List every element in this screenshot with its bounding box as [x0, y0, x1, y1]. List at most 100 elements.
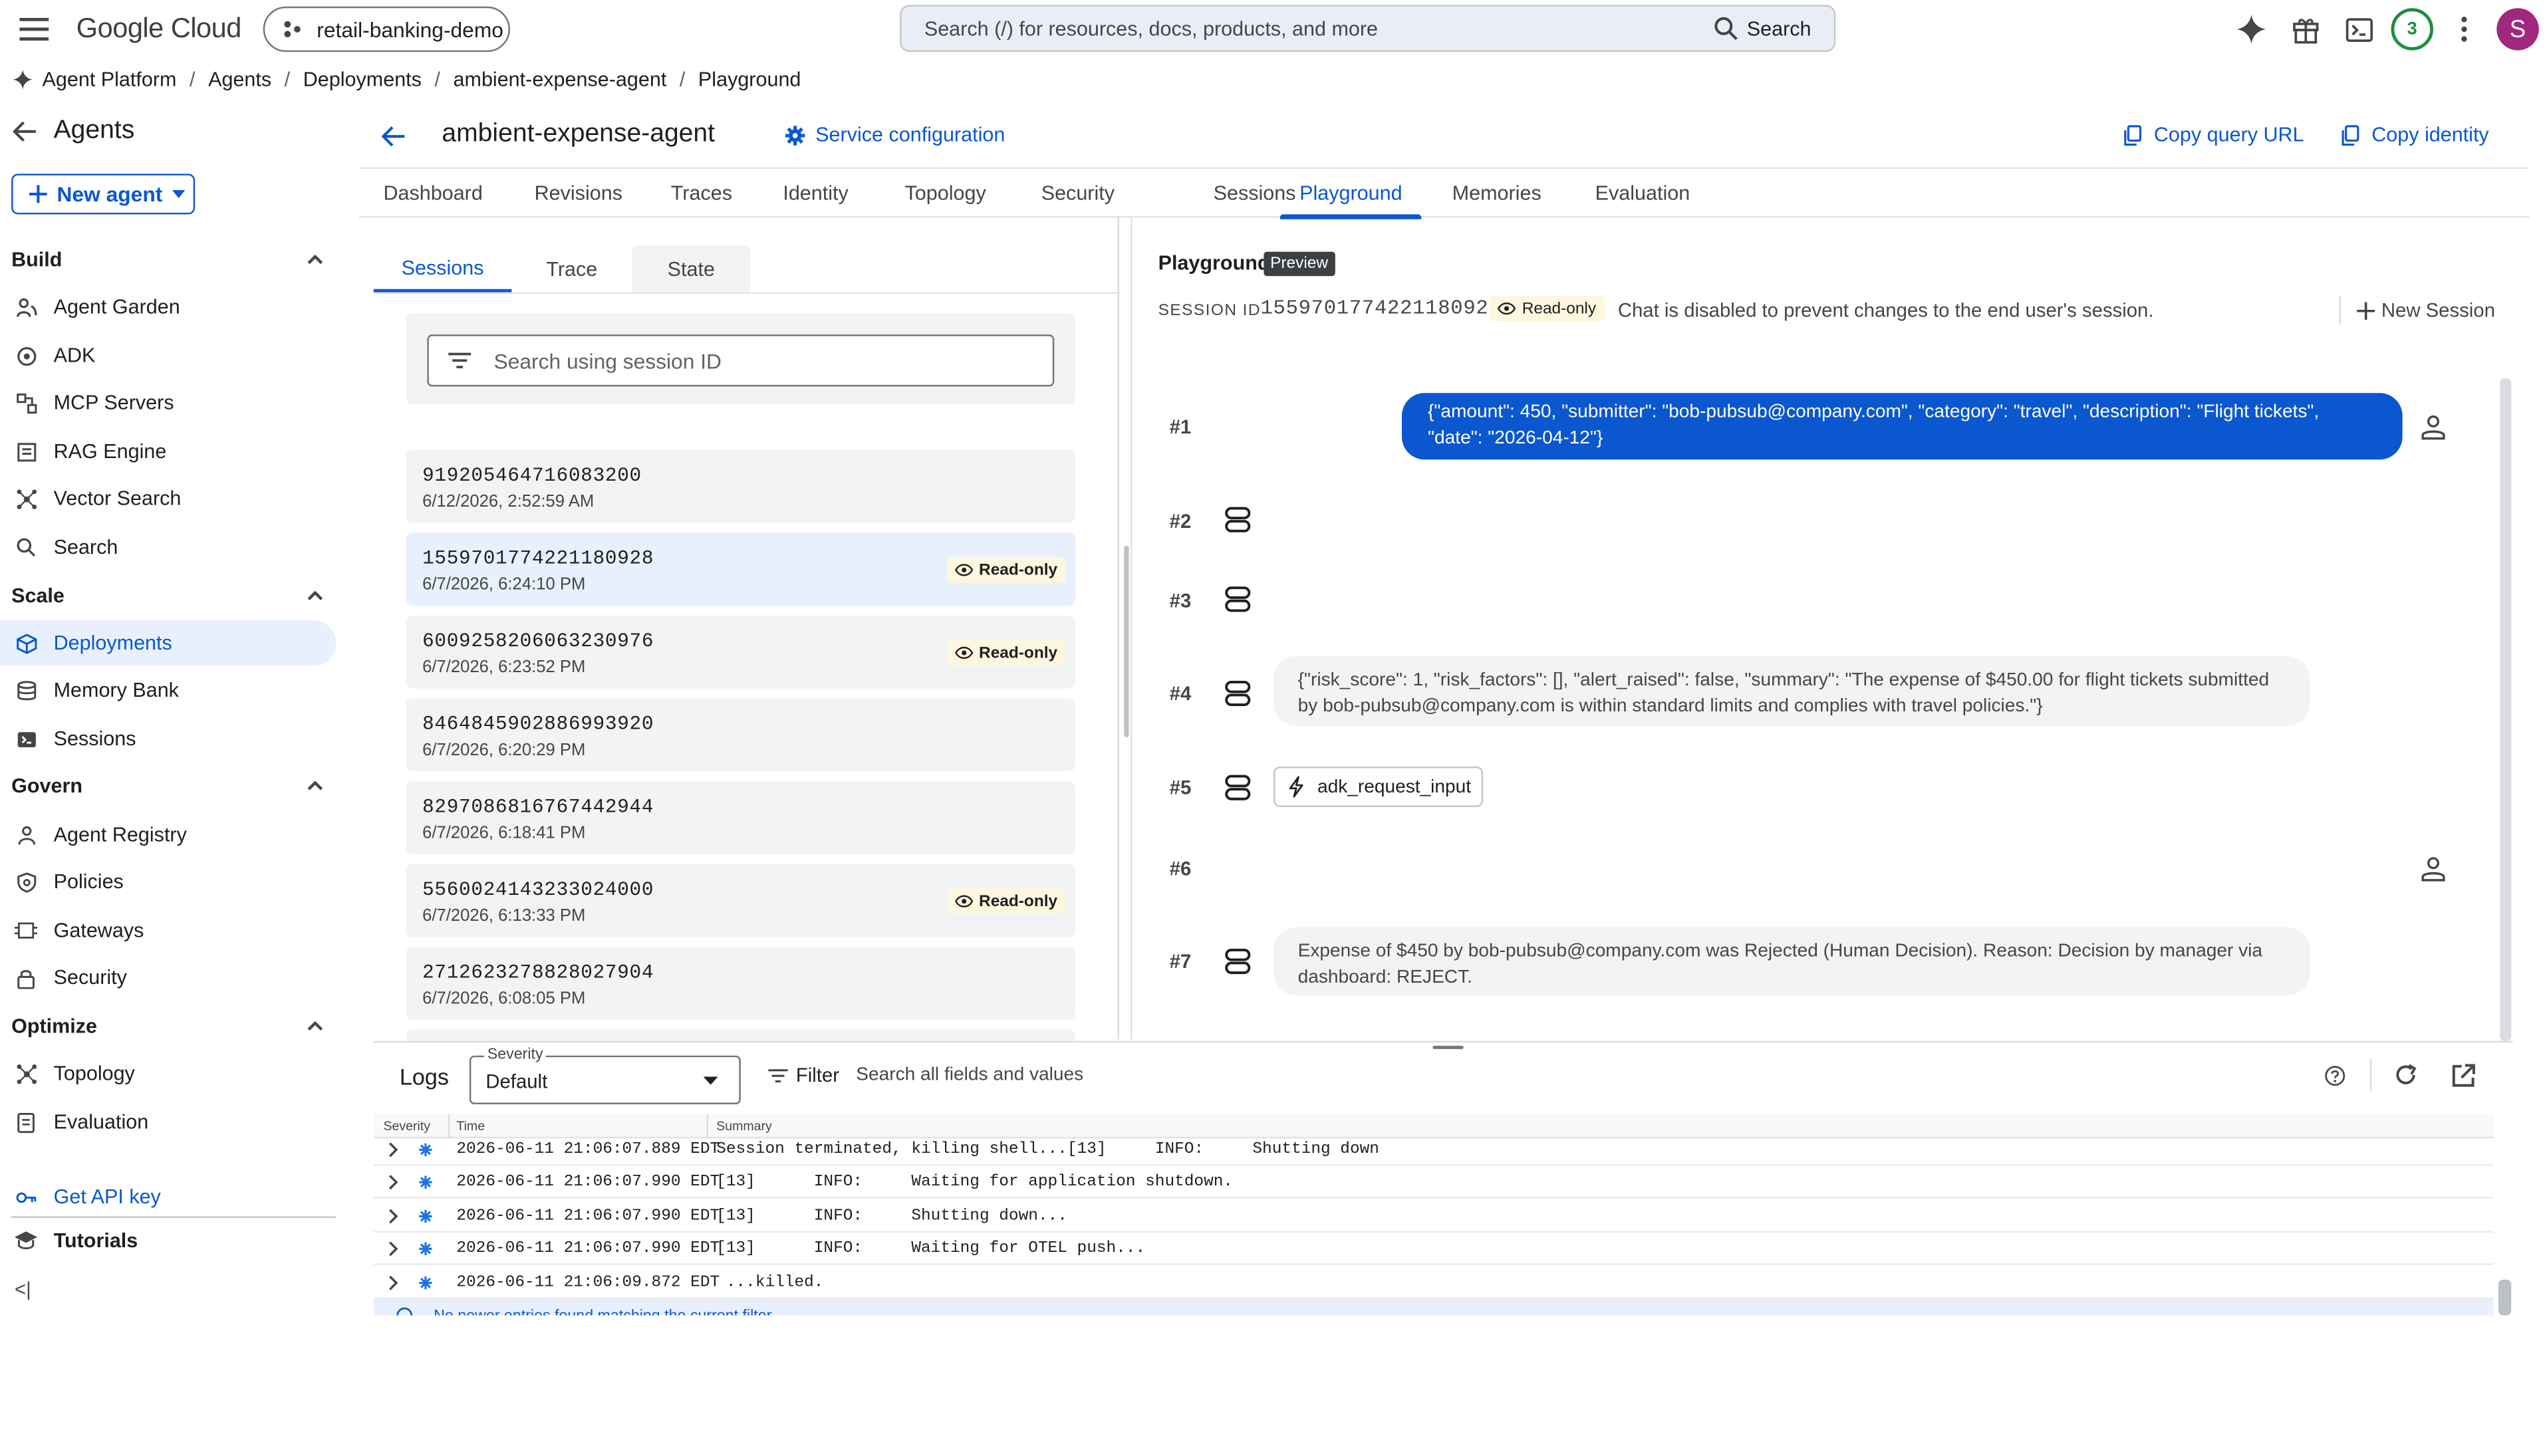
log-row[interactable]: 2026-06-11 21:06:07.889 EDT Session term…	[373, 1134, 2494, 1166]
tab-evaluation[interactable]: Evaluation	[1595, 169, 1690, 217]
session-date: 6/7/2026, 6:08:05 PM	[422, 989, 586, 1009]
column-severity[interactable]: Severity	[383, 1119, 430, 1134]
session-list-item[interactable]: 8464845902886993920 6/7/2026, 6:20:29 PM	[406, 698, 1076, 772]
eye-icon	[1498, 302, 1516, 315]
project-picker[interactable]: retail-banking-demo	[263, 6, 510, 53]
nav-tutorials[interactable]: Tutorials	[0, 1218, 336, 1263]
column-time[interactable]: Time	[456, 1119, 485, 1134]
section-optimize[interactable]: Optimize	[11, 1010, 336, 1042]
refresh-icon[interactable]	[2394, 1064, 2417, 1086]
global-search[interactable]: Search (/) for resources, docs, products…	[900, 5, 1836, 53]
tab-playground[interactable]: Playground	[1279, 169, 1422, 219]
back-arrow-icon[interactable]	[13, 120, 38, 143]
log-row[interactable]: 2026-06-11 21:06:07.990 EDT [13] INFO: S…	[373, 1200, 2494, 1233]
nav-topology[interactable]: Topology	[0, 1050, 336, 1096]
breadcrumb-item[interactable]: Deployments	[303, 68, 422, 91]
chevron-right-icon[interactable]	[388, 1208, 398, 1224]
nav-gateways[interactable]: Gateways	[0, 908, 336, 953]
nav-deployments[interactable]: Deployments	[0, 620, 336, 666]
section-govern[interactable]: Govern	[11, 770, 336, 802]
tool-call-chip[interactable]: adk_request_input	[1273, 766, 1484, 807]
nav-search[interactable]: Search	[0, 525, 336, 570]
session-list-item[interactable]: 5560024143233024000 6/7/2026, 6:13:33 PM…	[406, 864, 1076, 937]
chevron-right-icon[interactable]	[388, 1174, 398, 1190]
nav-mcp-servers[interactable]: MCP Servers	[0, 380, 336, 425]
open-in-new-icon[interactable]	[2451, 1064, 2476, 1088]
section-scale[interactable]: Scale	[11, 580, 336, 612]
session-list-item[interactable]: 6009258206063230976 6/7/2026, 6:23:52 PM…	[406, 615, 1076, 689]
nav-memory-bank[interactable]: Memory Bank	[0, 667, 336, 713]
collapse-sidebar-button[interactable]: <|	[15, 1278, 31, 1300]
session-list-item[interactable]: 919205464716083200 6/12/2026, 2:52:59 AM	[406, 449, 1076, 523]
nav-security[interactable]: Security	[0, 955, 336, 1000]
logs-search-input[interactable]: Search all fields and values	[856, 1065, 1083, 1084]
back-arrow-icon[interactable]	[382, 125, 406, 148]
breadcrumb-item[interactable]: ambient-expense-agent	[454, 68, 667, 91]
copy-icon	[2342, 124, 2359, 145]
main-menu-icon[interactable]	[16, 11, 52, 47]
more-vert-icon[interactable]	[2447, 11, 2482, 47]
copy-query-url-button[interactable]: Copy query URL	[2123, 124, 2304, 146]
subtab-sessions[interactable]: Sessions	[373, 245, 512, 293]
account-avatar[interactable]: S	[2496, 8, 2539, 51]
log-row[interactable]: 2026-06-11 21:06:07.990 EDT [13] INFO: W…	[373, 1233, 2494, 1265]
session-list-scrollbar[interactable]	[1124, 545, 1129, 737]
tab-memories[interactable]: Memories	[1452, 169, 1542, 217]
subtab-trace[interactable]: Trace	[511, 245, 632, 293]
sidebar-title: Agents	[53, 116, 135, 145]
nav-sessions[interactable]: Sessions	[0, 716, 336, 761]
get-api-key-link[interactable]: Get API key	[0, 1174, 336, 1219]
chevron-right-icon[interactable]	[388, 1241, 398, 1257]
search-button[interactable]: Search	[1714, 16, 1811, 41]
chevron-right-icon[interactable]	[388, 1274, 398, 1290]
nav-rag-engine[interactable]: RAG Engine	[0, 429, 336, 474]
google-cloud-logo[interactable]: Google Cloud	[76, 13, 242, 46]
tab-security[interactable]: Security	[1041, 169, 1115, 217]
nav-vector-search[interactable]: Vector Search	[0, 476, 336, 521]
notifications-badge[interactable]: 3	[2391, 8, 2434, 51]
log-row[interactable]: 2026-06-11 21:06:07.990 EDT [13] INFO: W…	[373, 1166, 2494, 1199]
tab-topology[interactable]: Topology	[905, 169, 986, 217]
sidebar-header: Agents	[13, 116, 135, 146]
breadcrumb-item[interactable]: Agent Platform	[43, 68, 177, 91]
session-search-input[interactable]: Search using session ID	[427, 334, 1055, 387]
nav-adk[interactable]: ADK	[0, 333, 336, 378]
nav-agent-registry[interactable]: Agent Registry	[0, 812, 336, 857]
section-build[interactable]: Build	[11, 243, 336, 276]
chevron-right-icon[interactable]	[388, 1142, 398, 1157]
nav-policies[interactable]: Policies	[0, 859, 336, 904]
new-agent-button[interactable]: New agent	[11, 174, 196, 215]
logs-scrollbar[interactable]	[2498, 1279, 2512, 1316]
log-row[interactable]: 2026-06-11 21:06:09.872 EDT ...killed.	[373, 1267, 2494, 1300]
session-list-item[interactable]: 8297086816767442944 6/7/2026, 6:18:41 PM	[406, 781, 1076, 854]
cloud-shell-icon[interactable]	[2341, 11, 2377, 47]
chat-scrollbar[interactable]	[2500, 378, 2512, 1041]
search-button-label: Search	[1746, 17, 1811, 40]
tab-traces[interactable]: Traces	[671, 169, 732, 217]
project-icon	[284, 21, 301, 38]
breadcrumb-item[interactable]: Agents	[208, 68, 271, 91]
new-session-button[interactable]: New Session	[2357, 299, 2495, 322]
gift-icon[interactable]	[2287, 11, 2323, 47]
log-time: 2026-06-11 21:06:07.990 EDT	[456, 1173, 720, 1192]
subtab-state[interactable]: State	[632, 245, 751, 293]
severity-select[interactable]: Severity Default	[469, 1046, 741, 1104]
tab-dashboard[interactable]: Dashboard	[383, 169, 482, 217]
tab-sessions[interactable]: Sessions	[1214, 169, 1296, 217]
nav-agent-garden[interactable]: Agent Garden	[0, 284, 336, 329]
copy-identity-button[interactable]: Copy identity	[2341, 124, 2489, 146]
tab-identity[interactable]: Identity	[783, 169, 848, 217]
turn-number: #2	[1169, 509, 1192, 533]
tab-revisions[interactable]: Revisions	[535, 169, 622, 217]
logs-filter-button[interactable]: Filter	[768, 1064, 839, 1086]
project-name: retail-banking-demo	[317, 17, 503, 42]
service-configuration-button[interactable]: Service configuration	[785, 124, 1005, 146]
help-icon[interactable]	[2324, 1065, 2346, 1086]
resize-handle[interactable]	[1432, 1046, 1464, 1049]
session-list-item-selected[interactable]: 1559701774221180928 6/7/2026, 6:24:10 PM…	[406, 533, 1076, 606]
nav-evaluation[interactable]: Evaluation	[0, 1100, 336, 1145]
session-list-item[interactable]: 2712623278828027904 6/7/2026, 6:08:05 PM	[406, 947, 1076, 1020]
gemini-sparkle-icon[interactable]	[2234, 11, 2270, 47]
session-list-item-partial	[406, 1029, 1076, 1041]
column-summary[interactable]: Summary	[716, 1119, 772, 1134]
